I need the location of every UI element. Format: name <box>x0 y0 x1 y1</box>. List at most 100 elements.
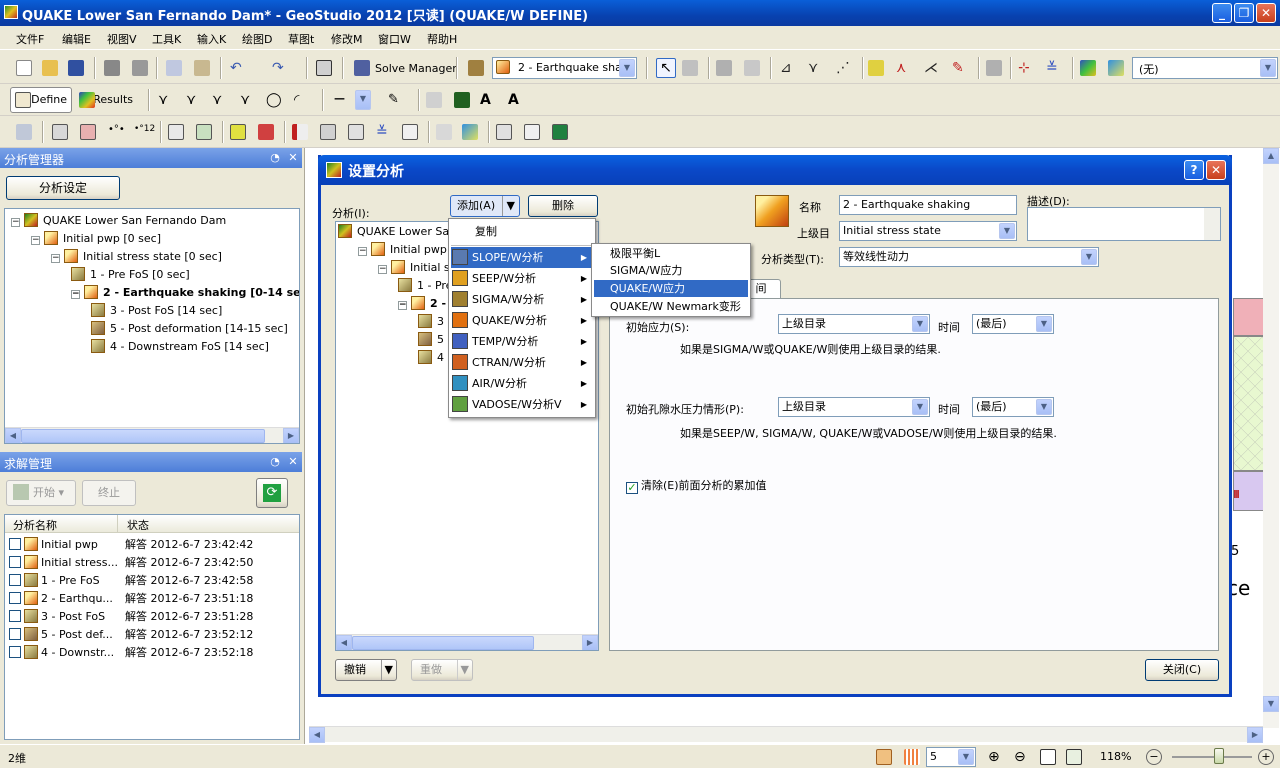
submenu-sigma-stress[interactable]: SIGMA/W应力 <box>594 262 748 279</box>
draw-pen-icon[interactable]: ⋰ <box>836 60 852 76</box>
pwp-select[interactable]: 上级目录 ▼ <box>778 397 930 417</box>
undo-icon[interactable]: ↶ <box>230 60 246 76</box>
desc-scrollbar[interactable] <box>1204 208 1220 240</box>
list-item[interactable]: Initial pwp 解答 2012-6-7 23:42:42 <box>9 537 297 555</box>
mesh-grid-icon[interactable] <box>196 124 212 140</box>
tree-item[interactable]: 4 - Downstream FoS [14 sec] <box>91 339 269 357</box>
pwp-icon[interactable] <box>402 124 418 140</box>
refresh-button[interactable]: ⟳ <box>256 478 288 508</box>
undo-button[interactable]: 撤销 ▼ <box>335 659 397 681</box>
axis-icon[interactable] <box>426 92 442 108</box>
menu-item-quake[interactable]: QUAKE/W分析 ▶ <box>451 310 593 331</box>
contour2-icon[interactable] <box>1108 60 1124 76</box>
sketch-polyline-icon[interactable]: ⋎ <box>186 92 202 108</box>
list-item[interactable]: 3 - Post FoS 解答 2012-6-7 23:51:28 <box>9 609 297 627</box>
clear-checkbox[interactable]: ✓ 清除(E)前面分析的累加值 <box>626 477 767 494</box>
tree-scrollbar[interactable]: ◀ ▶ <box>5 427 299 443</box>
solve-manager-icon[interactable] <box>354 60 370 76</box>
graph-icon[interactable] <box>454 92 470 108</box>
collapse-icon[interactable]: − <box>398 301 407 310</box>
tree-item[interactable]: − QUAKE Lower San Fernando Dam <box>11 213 226 231</box>
region-icon[interactable] <box>52 124 68 140</box>
boundary-icon[interactable] <box>868 60 884 76</box>
water-icon[interactable]: ≚ <box>376 124 392 140</box>
zoom-page-icon[interactable] <box>1040 749 1056 765</box>
minimize-button[interactable]: _ <box>1212 3 1232 23</box>
solve-list[interactable]: 分析名称 状态 Initial pwp 解答 2012-6-7 23:42:42 I… <box>4 514 300 740</box>
line-style-selector[interactable]: — ▼ <box>330 89 372 111</box>
pwp-time-select[interactable]: (最后) ▼ <box>972 397 1054 417</box>
view-icon[interactable] <box>496 124 512 140</box>
checkbox-checked[interactable]: ✓ <box>626 482 638 494</box>
row-checkbox[interactable] <box>9 646 21 658</box>
stress-time-select[interactable]: (最后) ▼ <box>972 314 1054 334</box>
zoom-in-icon[interactable]: ⊕ <box>988 749 1004 765</box>
zoom-step-input[interactable]: 5 ▼ <box>926 747 976 767</box>
define-mode-button[interactable]: Define <box>10 87 72 113</box>
pin-icon[interactable]: ◔ <box>268 455 282 469</box>
paste-icon[interactable] <box>194 60 210 76</box>
material-icon[interactable] <box>230 124 246 140</box>
collapse-icon[interactable]: − <box>31 236 40 245</box>
copy-icon[interactable] <box>166 60 182 76</box>
menu-item-seep[interactable]: SEEP/W分析 ▶ <box>451 268 593 289</box>
menu-window[interactable]: 窗口W <box>378 31 411 47</box>
menu-draw[interactable]: 绘图D <box>242 31 272 47</box>
analysis-type-select[interactable]: 等效线性动力 ▼ <box>839 247 1099 267</box>
close-icon[interactable]: ✕ <box>286 151 300 165</box>
boundary-cond-icon[interactable] <box>258 124 274 140</box>
slip-surface-icon[interactable] <box>320 124 336 140</box>
analysis-tree[interactable]: − QUAKE Lower San Fernando Dam − Initial pw… <box>4 208 300 444</box>
tree-item[interactable]: 3 - Post FoS [14 sec] <box>91 303 222 321</box>
menu-view[interactable]: 视图V <box>107 31 137 47</box>
line-color-icon[interactable]: ✎ <box>388 92 404 108</box>
menu-item-sigma[interactable]: SIGMA/W分析 ▶ <box>451 289 593 310</box>
flow-icon[interactable] <box>436 124 452 140</box>
zoom-objects-icon[interactable] <box>1066 749 1082 765</box>
sketch-line-icon[interactable]: ⋎ <box>158 92 174 108</box>
collapse-icon[interactable]: − <box>51 254 60 263</box>
description-input[interactable] <box>1027 207 1221 241</box>
scroll-left-icon[interactable]: ◀ <box>5 428 21 443</box>
name-input[interactable]: 2 - Earthquake shaking <box>839 195 1017 215</box>
contour-icon[interactable] <box>1080 60 1096 76</box>
redo-icon[interactable]: ↷ <box>272 60 288 76</box>
list-item[interactable]: 5 - Post def... 解答 2012-6-7 23:52:12 <box>9 627 297 645</box>
canvas-hscrollbar[interactable]: ◀ ▶ <box>309 726 1263 743</box>
close-button[interactable]: 关闭(C) <box>1145 659 1219 681</box>
menu-item-ctran[interactable]: CTRAN/W分析 ▶ <box>451 352 593 373</box>
maximize-button[interactable]: ❐ <box>1234 3 1254 23</box>
stop-button[interactable]: 终止 <box>82 480 136 506</box>
sketch-arc-icon[interactable]: ◜ <box>294 92 310 108</box>
tree-item[interactable]: − 2 - Earthquake shaking [0-14 sec] <box>71 285 299 303</box>
scroll-up-icon[interactable]: ▲ <box>1263 148 1279 164</box>
close-dialog-button[interactable]: ✕ <box>1206 160 1226 180</box>
scroll-right-icon[interactable]: ▶ <box>1247 727 1263 743</box>
slip-grid-icon[interactable] <box>348 124 364 140</box>
analysis-setup-button[interactable]: 分析设定 <box>6 176 120 200</box>
close-window-button[interactable]: ✕ <box>1256 3 1276 23</box>
start-button[interactable]: 开始 ▾ <box>6 480 76 506</box>
pointer-icon[interactable]: ↖ <box>656 58 676 78</box>
label-icon[interactable]: A <box>508 92 524 108</box>
col-name-header[interactable]: 分析名称 <box>13 517 57 533</box>
scroll-left-icon[interactable]: ◀ <box>336 635 352 650</box>
list-item[interactable]: 1 - Pre FoS 解答 2012-6-7 23:42:58 <box>9 573 297 591</box>
analysis-selector[interactable]: 2 - Earthquake sha... ▼ <box>492 57 637 79</box>
menu-sketch[interactable]: 草图t <box>288 31 314 47</box>
menu-tools[interactable]: 工具K <box>152 31 181 47</box>
menu-file[interactable]: 文件F <box>16 31 44 47</box>
properties-icon[interactable] <box>716 60 732 76</box>
collapse-icon[interactable]: − <box>358 247 367 256</box>
close-icon[interactable]: ✕ <box>286 455 300 469</box>
mesh-icon[interactable] <box>168 124 184 140</box>
pin-icon[interactable]: ◔ <box>268 151 282 165</box>
col-status-header[interactable]: 状态 <box>127 517 149 533</box>
submenu-limit-equilibrium[interactable]: 极限平衡L <box>594 245 748 262</box>
menu-copy[interactable]: 复制 <box>451 221 593 242</box>
submenu-newmark[interactable]: QUAKE/W Newmark变形 <box>594 298 748 315</box>
zoom-plus-icon[interactable]: + <box>1258 749 1274 765</box>
analyses-icon[interactable] <box>468 60 484 76</box>
new-icon[interactable] <box>16 60 32 76</box>
menu-item-slope[interactable]: SLOPE/W分析 ▶ <box>451 247 593 268</box>
